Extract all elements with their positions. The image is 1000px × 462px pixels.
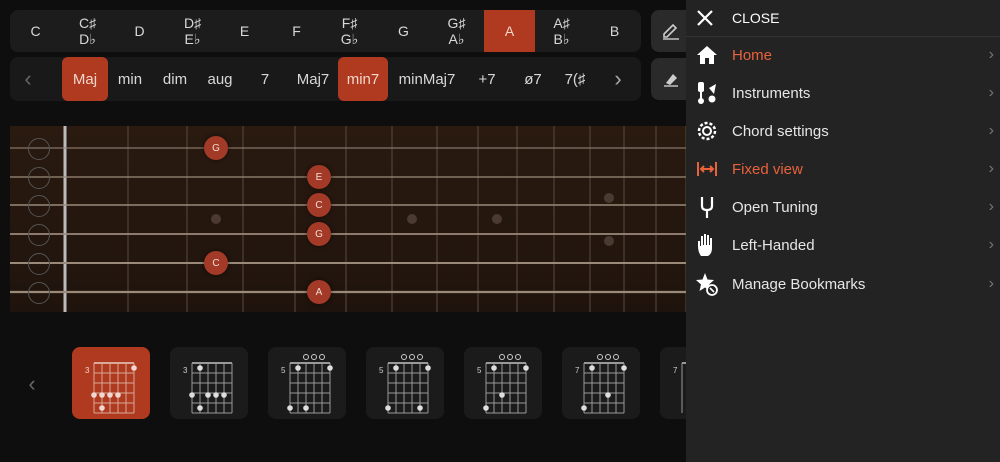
fret-note[interactable]: G [204, 136, 228, 160]
quality-7[interactable]: 7 [250, 57, 280, 101]
fret-inlay [211, 214, 221, 224]
menu-item-manage-bookmarks[interactable]: Manage Bookmarks › [686, 265, 1000, 303]
key-selector: C C♯ D♭ D D♯ E♭ E F F♯ G♭ G G♯ A♭ A A♯ B♭ B [10, 10, 641, 52]
menu-item-home[interactable]: Home › [686, 36, 1000, 74]
chord-diagram[interactable]: 5 [464, 347, 542, 419]
drawer-header: CLOSE [686, 0, 1000, 37]
chord-diagram[interactable]: 7 [562, 347, 640, 419]
key-g-sharp[interactable]: G♯ A♭ [431, 10, 482, 52]
chevron-right-icon: › [988, 236, 994, 253]
close-icon [697, 10, 713, 26]
quality-maj7[interactable]: Maj7 [290, 57, 336, 101]
key-f[interactable]: F [271, 10, 322, 52]
fret-note[interactable]: C [204, 251, 228, 275]
chevron-right-icon: › [988, 198, 994, 215]
key-d-sharp[interactable]: D♯ E♭ [167, 10, 218, 52]
home-icon [692, 40, 722, 70]
eraser-button[interactable] [651, 58, 691, 100]
chord-grid [483, 354, 529, 414]
gear-icon [692, 116, 722, 146]
fretboard[interactable]: G E C G C A [10, 126, 690, 312]
open-string-marker[interactable] [28, 224, 50, 246]
key-a[interactable]: A [484, 10, 535, 52]
bookmark-star-icon [692, 269, 722, 299]
fret-note[interactable]: A [307, 280, 331, 304]
quality-plus7[interactable]: +7 [472, 57, 502, 101]
hand-icon [692, 230, 722, 260]
tuning-fork-icon [692, 192, 722, 222]
quality-dim[interactable]: dim [154, 57, 196, 101]
chord-grid [287, 354, 333, 414]
quality-min[interactable]: min [110, 57, 150, 101]
edit-button[interactable] [651, 10, 691, 52]
chord-grid [581, 354, 627, 414]
key-c[interactable]: C [10, 10, 61, 52]
fixed-view-icon [692, 154, 722, 184]
open-string-marker[interactable] [28, 195, 50, 217]
chord-grid [385, 354, 431, 414]
fret-note[interactable]: C [307, 193, 331, 217]
key-c-sharp[interactable]: C♯ D♭ [62, 10, 113, 52]
fret-note[interactable]: G [307, 222, 331, 246]
fret-inlay [407, 214, 417, 224]
key-e[interactable]: E [219, 10, 270, 52]
chord-diagram[interactable]: 3 [72, 347, 150, 419]
chevron-right-icon: › [988, 46, 994, 63]
chevron-right-icon: › [988, 84, 994, 101]
navigation-drawer: CLOSE Home › Instruments › Chord setting… [686, 0, 1000, 462]
chord-diagram[interactable]: 5 [366, 347, 444, 419]
key-b[interactable]: B [589, 10, 640, 52]
quality-aug[interactable]: aug [200, 57, 240, 101]
quality-half-dim7[interactable]: ø7 [518, 57, 548, 101]
chevron-right-icon: › [988, 275, 994, 292]
chords-prev-icon[interactable]: ‹ [22, 371, 42, 396]
fret-inlay [604, 236, 614, 246]
key-d[interactable]: D [114, 10, 165, 52]
quality-minmaj7[interactable]: minMaj7 [392, 57, 462, 101]
menu-item-left-handed[interactable]: Left-Handed › [686, 226, 1000, 264]
menu-item-instruments[interactable]: Instruments › [686, 74, 1000, 112]
fret-inlay [604, 193, 614, 203]
chevron-right-icon: › [988, 122, 994, 139]
chord-diagram[interactable]: 7 [660, 347, 686, 419]
key-a-sharp[interactable]: A♯ B♭ [536, 10, 587, 52]
eraser-icon [664, 74, 678, 87]
instruments-icon [692, 78, 722, 108]
chord-grid [189, 362, 233, 414]
fret-note[interactable]: E [307, 165, 331, 189]
open-string-marker[interactable] [28, 138, 50, 160]
fret-inlay [492, 214, 502, 224]
quality-maj[interactable]: Maj [62, 57, 108, 101]
chord-diagram[interactable]: 5 [268, 347, 346, 419]
chord-diagram[interactable]: 3 [170, 347, 248, 419]
quality-7-sharp[interactable]: 7(♯ [560, 57, 590, 101]
close-button[interactable]: CLOSE [686, 0, 806, 36]
chord-grid [681, 362, 686, 413]
quality-prev-icon[interactable]: ‹ [18, 66, 38, 91]
open-string-marker[interactable] [28, 282, 50, 304]
menu-item-chord-settings[interactable]: Chord settings › [686, 112, 1000, 150]
edit-icon [663, 23, 679, 40]
menu-item-open-tuning[interactable]: Open Tuning › [686, 188, 1000, 226]
menu-item-fixed-view[interactable]: Fixed view › [686, 150, 1000, 188]
quality-next-icon[interactable]: › [608, 66, 628, 91]
open-string-marker[interactable] [28, 167, 50, 189]
chevron-right-icon: › [988, 160, 994, 177]
quality-min7[interactable]: min7 [338, 57, 388, 101]
open-string-marker[interactable] [28, 253, 50, 275]
chord-quality-selector: ‹ Maj min dim aug 7 Maj7 min7 minMaj7 +7… [10, 57, 641, 101]
key-f-sharp[interactable]: F♯ G♭ [324, 10, 375, 52]
fretboard-lines [10, 126, 690, 312]
chord-grid [91, 362, 137, 414]
key-g[interactable]: G [378, 10, 429, 52]
